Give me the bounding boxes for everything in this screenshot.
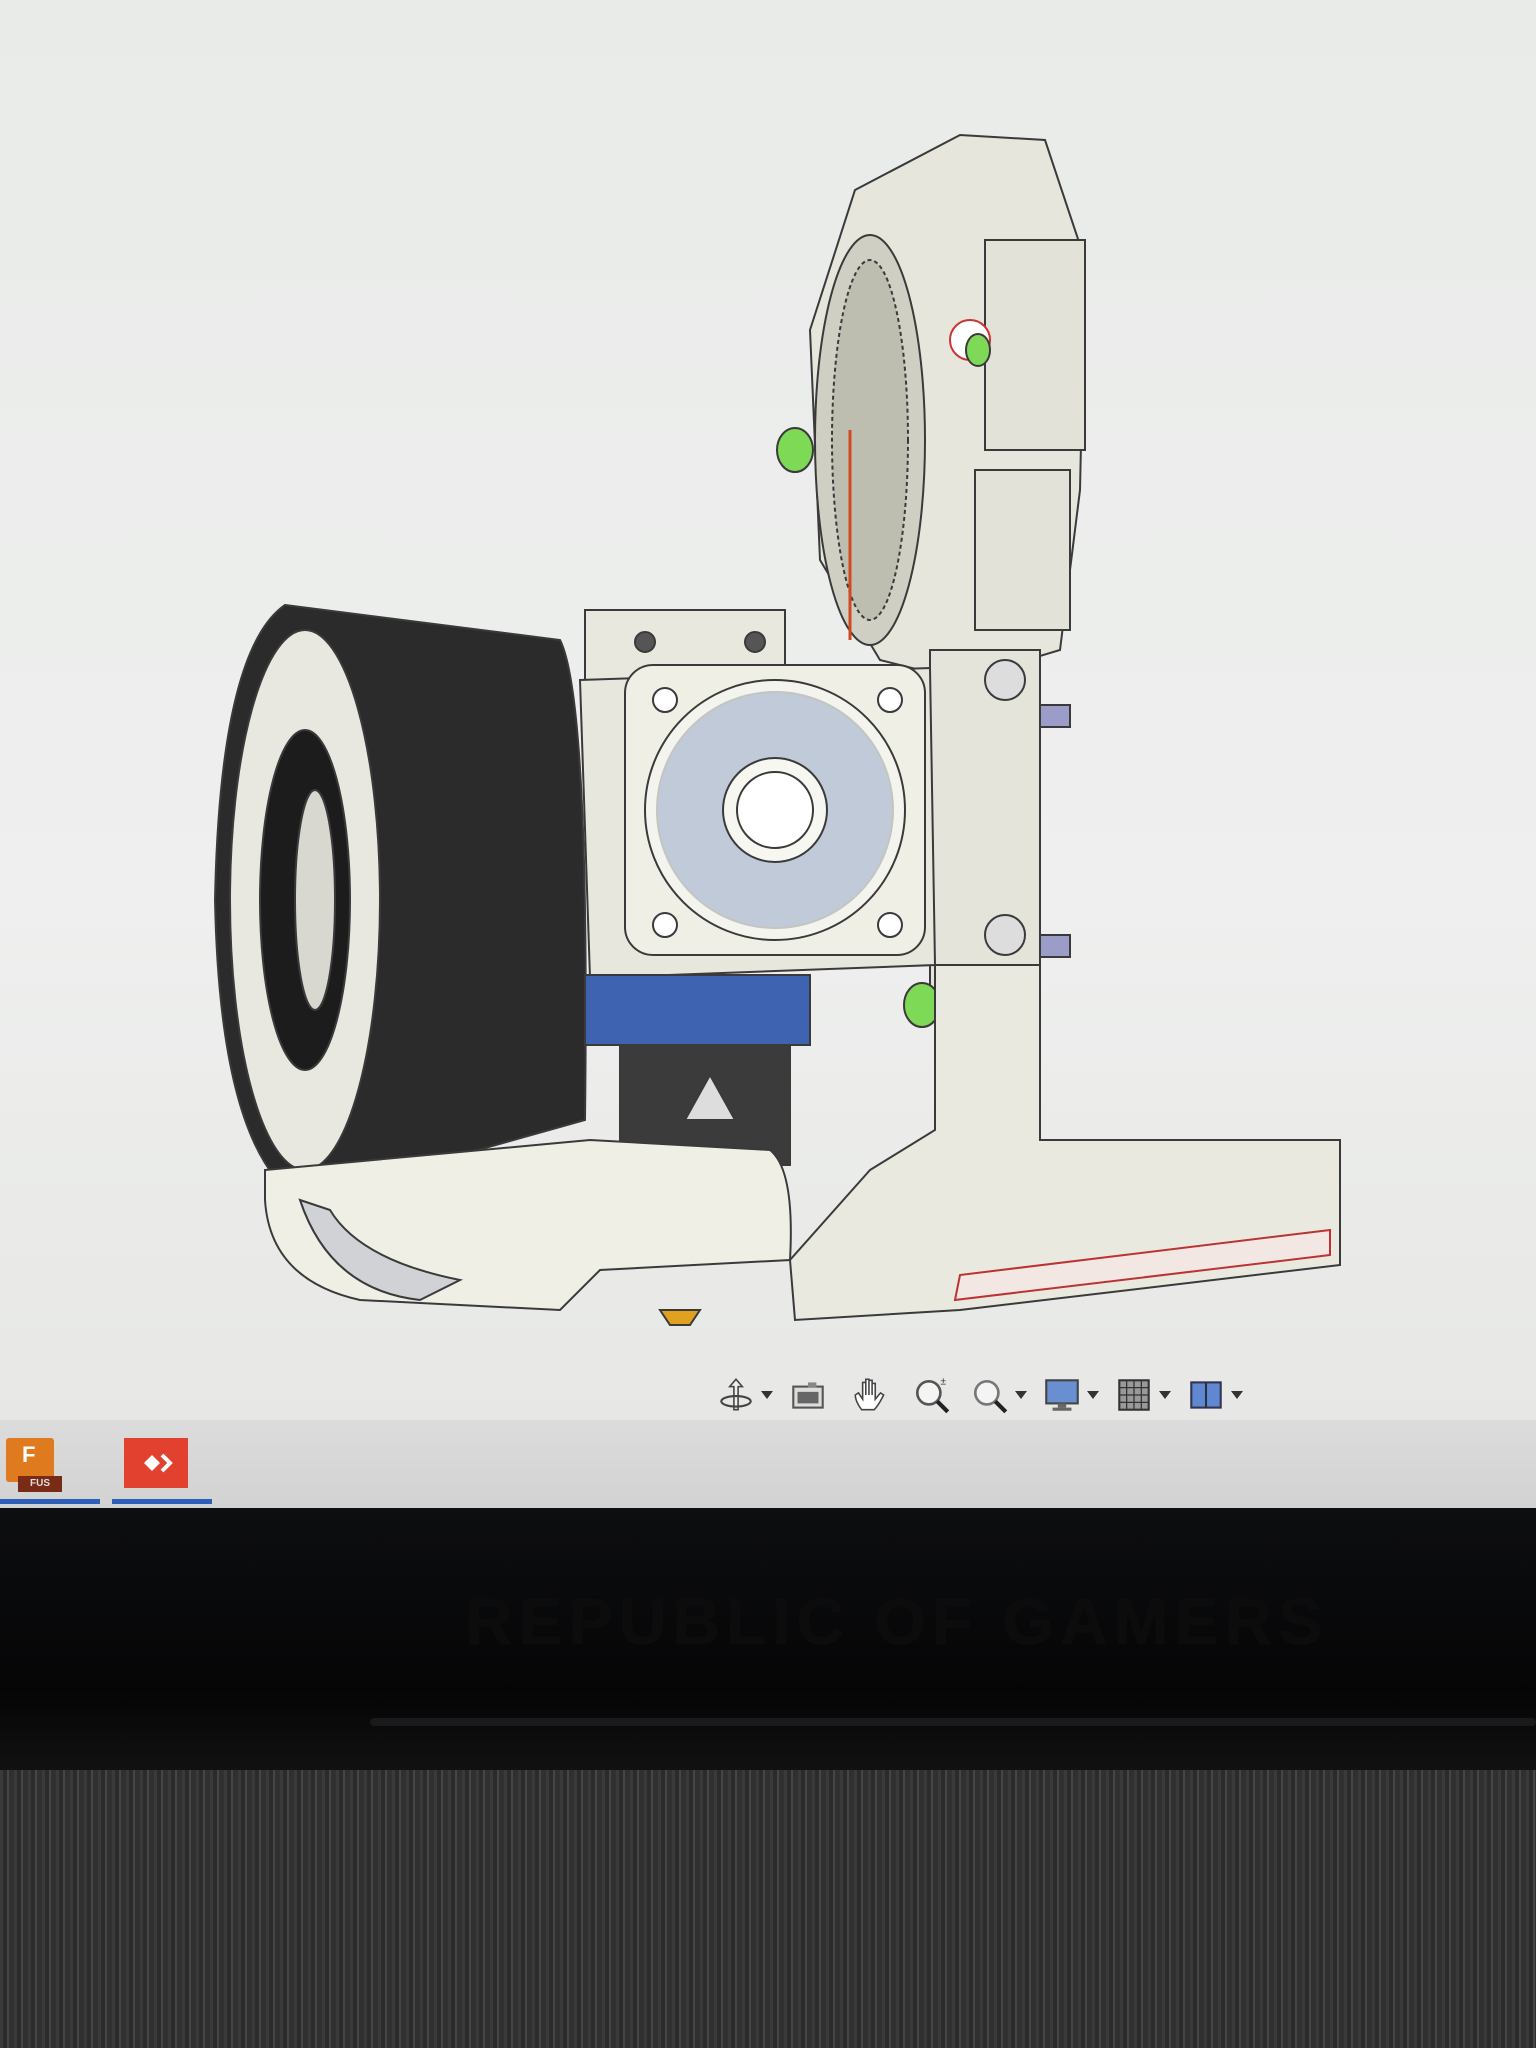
fusion-icon-letter: F	[22, 1442, 36, 1467]
desk-surface	[0, 1770, 1536, 2048]
hotend-fan	[578, 664, 937, 980]
viewports-button[interactable]	[1185, 1373, 1251, 1417]
chevron-down-icon[interactable]	[1015, 1391, 1027, 1399]
nozzle	[658, 1309, 702, 1326]
look-at-button[interactable]	[787, 1373, 829, 1417]
monitor-screen: ± F FUS	[0, 0, 1536, 1508]
pan-button[interactable]	[849, 1373, 891, 1417]
fit-window-icon	[973, 1380, 1008, 1414]
chevron-down-icon[interactable]	[1231, 1391, 1243, 1399]
chevron-down-icon[interactable]	[1087, 1391, 1099, 1399]
zoom-button[interactable]: ±	[911, 1373, 953, 1417]
active-indicator	[0, 1499, 100, 1504]
active-indicator	[112, 1499, 212, 1504]
fit-window-button[interactable]	[969, 1373, 1035, 1417]
viewports-icon	[1190, 1381, 1222, 1409]
bezel-brand-text: REPUBLIC OF GAMERS	[465, 1584, 1329, 1658]
navigation-toolbar: ±	[715, 1370, 1251, 1420]
taskbar: F FUS	[0, 1420, 1536, 1508]
green-screw	[965, 333, 991, 367]
grid-snaps-button[interactable]	[1113, 1373, 1179, 1417]
look-at-icon	[792, 1382, 824, 1409]
green-screw	[776, 427, 814, 473]
orbit-icon	[720, 1378, 752, 1411]
extruder-plate	[776, 133, 1087, 682]
toolhead-model	[213, 133, 1341, 1326]
display-settings-button[interactable]	[1041, 1373, 1107, 1417]
grid-snaps-icon	[1118, 1379, 1150, 1411]
chevron-down-icon[interactable]	[761, 1391, 773, 1399]
taskbar-item-anydesk[interactable]	[112, 1436, 212, 1504]
pan-hand-icon	[854, 1378, 885, 1411]
zoom-icon: ±	[915, 1376, 950, 1414]
bezel-lip	[370, 1718, 1536, 1726]
monitor-bezel: REPUBLIC OF GAMERS	[0, 1508, 1536, 1770]
3d-viewport[interactable]	[0, 0, 1536, 1360]
chevron-down-icon[interactable]	[1159, 1391, 1171, 1399]
taskbar-item-fusion[interactable]: F FUS	[0, 1436, 100, 1504]
display-settings-icon	[1045, 1379, 1079, 1411]
svg-text:±: ±	[940, 1376, 946, 1388]
orbit-button[interactable]	[715, 1373, 781, 1417]
anydesk-app-icon	[124, 1438, 188, 1488]
blower-fan	[213, 603, 587, 1202]
fusion-icon-sublabel: FUS	[18, 1476, 62, 1492]
